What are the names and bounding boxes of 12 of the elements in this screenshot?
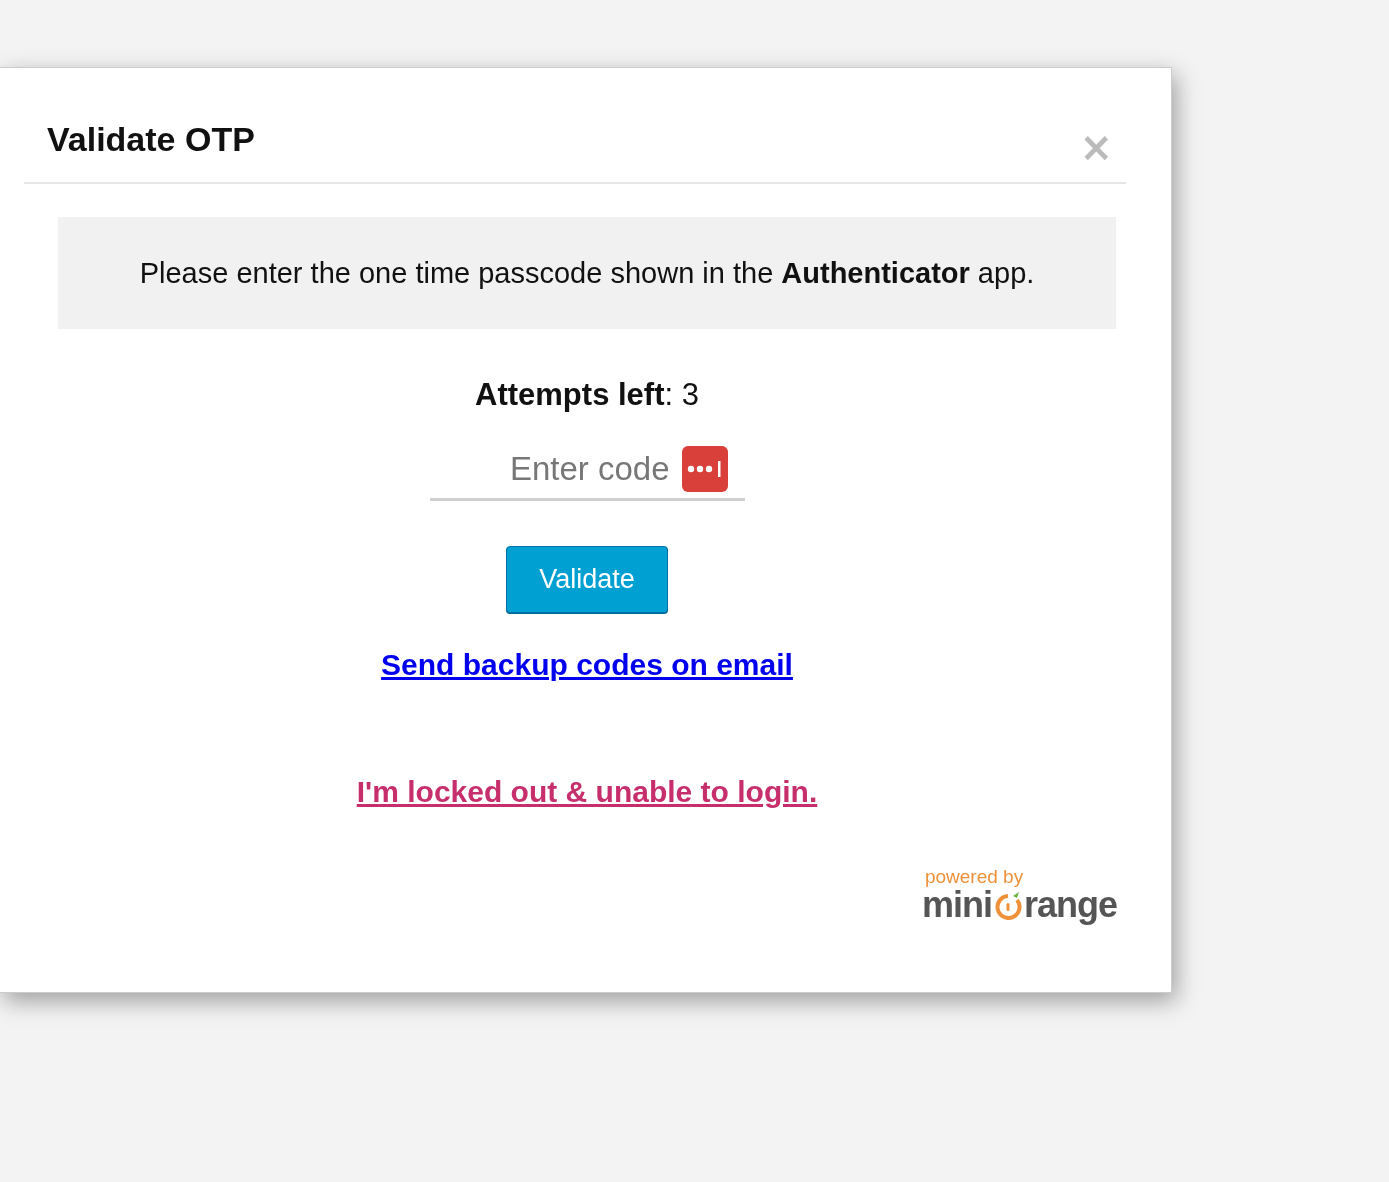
validate-button[interactable]: Validate <box>506 546 668 613</box>
locked-out-link[interactable]: I'm locked out & unable to login. <box>356 775 818 809</box>
backup-codes-link[interactable]: Send backup codes on email <box>381 648 793 682</box>
logo-wordmark: mini <box>921 887 992 923</box>
attempts-text: Attempts left: 3 <box>475 377 699 413</box>
dialog-title: Validate OTP <box>47 120 255 159</box>
logo-wordmark: range <box>1023 887 1117 923</box>
code-input[interactable]: Enter code <box>429 450 682 488</box>
logo-mark-icon <box>992 890 1023 920</box>
logo-tagline: powered by <box>924 867 1024 887</box>
instruction-text: Please enter the one time passcode shown in the Authenticator app. <box>139 256 1035 290</box>
password-manager-icon[interactable] <box>681 446 728 492</box>
